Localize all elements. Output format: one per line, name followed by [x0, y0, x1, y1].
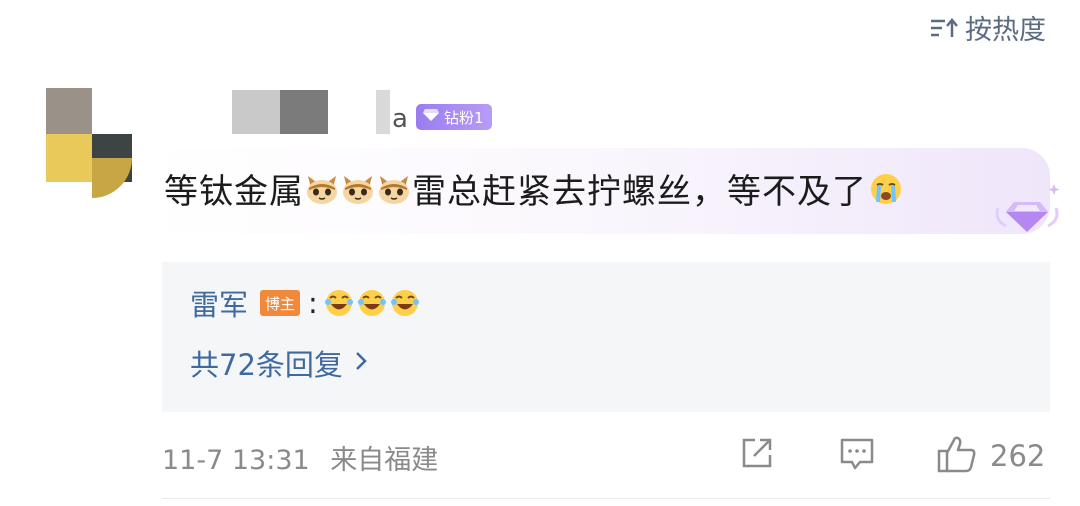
- chevron-right-icon: [353, 346, 369, 380]
- crying-emoji-icon: [869, 172, 903, 206]
- masked-name-block: [232, 90, 280, 134]
- cat-emoji-icon: [305, 172, 339, 206]
- cat-emoji-icon: [377, 172, 411, 206]
- comment-text-part2: 雷总赶紧去拧螺丝，等不及了: [412, 172, 867, 212]
- like-icon: [936, 434, 978, 478]
- sort-icon: [929, 16, 959, 40]
- fan-badge-label: 钻粉1: [444, 108, 484, 127]
- cat-emoji-icon: [341, 172, 375, 206]
- host-badge: 博主: [260, 290, 301, 316]
- comment-icon: [838, 434, 876, 476]
- comment-text: 等钛金属 雷总赶紧去拧螺丝，等不及了: [164, 164, 903, 213]
- reply-author-name[interactable]: 雷军: [190, 282, 248, 324]
- share-icon: [738, 434, 776, 476]
- share-button[interactable]: [738, 434, 776, 476]
- gem-decoration-icon: [992, 180, 1062, 238]
- comment-username[interactable]: a: [232, 90, 408, 134]
- sort-by-hot-button[interactable]: 按热度: [929, 8, 1046, 47]
- like-button[interactable]: 262: [936, 434, 1045, 478]
- reply-preview-line: 雷军 博主 :: [190, 282, 423, 324]
- reply-count-text: 共72条回复: [190, 348, 343, 382]
- laughing-emoji-icon: [390, 288, 420, 318]
- comment-actions: 262: [0, 434, 1080, 478]
- masked-name-block: [280, 90, 328, 134]
- like-count: 262: [990, 439, 1046, 473]
- comment-page: 按热度 a 钻粉1 等钛金属 雷总赶紧去拧螺丝，等不及了 雷军 博主: 共72…: [0, 0, 1080, 506]
- masked-name-block: [376, 90, 390, 134]
- username-suffix: a: [392, 104, 408, 134]
- reply-colon: :: [308, 286, 318, 320]
- fan-level-badge: 钻粉1: [416, 104, 492, 130]
- view-replies-link[interactable]: 共72条回复: [190, 342, 369, 384]
- comment-divider: [162, 498, 1050, 499]
- masked-name-block: [328, 90, 376, 134]
- avatar[interactable]: [46, 88, 132, 198]
- laughing-emoji-icon: [357, 288, 387, 318]
- comment-text-part1: 等钛金属: [164, 172, 304, 212]
- comment-button[interactable]: [838, 434, 876, 476]
- diamond-icon: [422, 108, 440, 126]
- sort-label: 按热度: [965, 15, 1046, 46]
- laughing-emoji-icon: [324, 288, 354, 318]
